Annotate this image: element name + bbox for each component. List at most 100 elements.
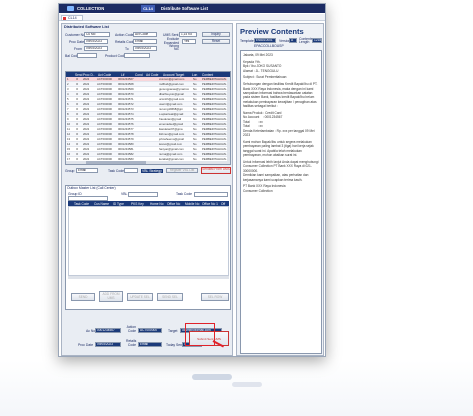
grid-vertical-scrollbar[interactable] — [227, 77, 230, 164]
tab-cl14[interactable]: CL14 — [61, 15, 83, 21]
grid-horizontal-scrollbar[interactable] — [66, 161, 230, 164]
col-home-no[interactable]: Home No — [150, 202, 163, 206]
action-code-input[interactable]: Act Code — [133, 32, 157, 37]
outbox-grid-body[interactable] — [68, 206, 229, 276]
cell-content: PEMBERITAHUAN... — [202, 122, 229, 126]
inquiry-button[interactable]: Inquiry — [202, 32, 230, 37]
outbox-master-section: Outbox Master List (Call Center) Group I… — [65, 185, 231, 310]
outbox-task-code-input[interactable] — [194, 192, 228, 197]
retails-code-select[interactable]: Email — [133, 39, 157, 44]
vbl-label: VBL — [121, 192, 128, 196]
col-act-code[interactable]: Act Code — [98, 73, 111, 77]
cell-send: O — [76, 142, 79, 146]
cell-n: 13 — [67, 137, 71, 141]
col-send[interactable]: Send — [75, 73, 82, 77]
preview-body[interactable]: Jakarta, 09 Mei 2023 Kepada Yth. Bpk / Ib… — [240, 50, 322, 354]
template-label: Template — [240, 39, 254, 43]
col-cus-name[interactable]: Cus Name — [94, 202, 109, 206]
retails-code-label: Retails Code — [115, 40, 135, 44]
foot-proc-date-value[interactable]: 09/05/2023 — [95, 342, 121, 347]
col-cond[interactable]: Cond — [135, 73, 143, 77]
foot-retails-code-value[interactable]: Email — [138, 342, 162, 347]
cell-act: ACT000000 — [97, 87, 112, 91]
add-from-ums-button[interactable]: ADD FROM UMS — [99, 291, 123, 302]
cell-content: PEMBERITAHUAN... — [202, 127, 229, 131]
col-task-code[interactable]: Task Code — [74, 202, 89, 206]
cell-lif: 0001234568 — [118, 82, 134, 86]
send-button[interactable]: SEND — [71, 293, 95, 301]
preview-paragraph: Kepada Yth. Bpk / Ibu JOKO SUSANTO Alama… — [243, 59, 282, 73]
cell-lif: 0001234573 — [118, 107, 134, 111]
group-id-input[interactable] — [68, 196, 108, 201]
preview-paragraph: Jakarta, 09 Mei 2023 — [243, 53, 273, 57]
col-content[interactable]: Content — [202, 73, 213, 77]
ac-no-value[interactable]: 0001234567 — [95, 328, 121, 333]
template-code: EPACCOLLBOUSP — [254, 44, 284, 48]
from-date-input[interactable]: 09/05/2023 — [84, 46, 108, 51]
update-sel-button[interactable]: UPDATE SEL — [127, 293, 153, 301]
cell-content: PEMBERITAHUAN... — [202, 97, 229, 101]
cell-acct: dbarifsuyoto@gmail — [159, 92, 184, 96]
proc-date-input[interactable]: 09/05/2023 — [84, 39, 108, 44]
cell-send: O — [76, 87, 79, 91]
cell-content: PEMBERITAHUAN... — [202, 102, 229, 106]
cell-lif: 0001234569 — [118, 87, 134, 91]
template-value[interactable]: EMAIL0001 — [254, 38, 276, 43]
cell-acct: nurnaj@gmail.com — [159, 152, 183, 156]
product-code-input[interactable] — [124, 53, 150, 58]
col-office-no[interactable]: Office No — [167, 202, 180, 206]
col-account-target[interactable]: Account Target — [163, 73, 184, 77]
cell-proc: 2022 — [83, 122, 90, 126]
cell-content: PEMBERITAHUAN... — [202, 147, 229, 151]
send-sel-button[interactable]: SEND SEL — [157, 293, 183, 301]
version-value[interactable]: A — [289, 38, 297, 43]
scroll-thumb[interactable] — [86, 161, 146, 164]
col-ad-code[interactable]: Ad Code — [146, 73, 158, 77]
group-select[interactable]: Email — [76, 168, 98, 173]
reset-button[interactable]: Reset — [202, 39, 230, 44]
task-code-input[interactable] — [124, 168, 138, 173]
cell-act: ACT000000 — [97, 77, 112, 81]
cell-n: 5 — [67, 97, 69, 101]
sel-row-button[interactable]: SEL ROW — [201, 293, 229, 301]
cell-act: ACT000000 — [97, 82, 112, 86]
cell-lon: No — [193, 152, 197, 156]
customer-no-label: Customer No — [65, 33, 85, 37]
no-label: No. — [174, 47, 180, 51]
vbl-input[interactable] — [128, 192, 158, 197]
cell-send: O — [76, 137, 79, 141]
foot-action-code-value[interactable]: ACT000000 — [138, 328, 162, 333]
col-mobile-no[interactable]: Mobile No — [185, 202, 199, 206]
to-date-input[interactable]: 09/05/2023 — [133, 46, 157, 51]
col-proc-date[interactable]: Proc D.. — [83, 73, 95, 77]
vbl-strategy-label: VBL Strategy — [141, 169, 163, 173]
cell-send: O — [76, 92, 79, 96]
outbox-horizontal-scrollbar[interactable] — [68, 276, 229, 279]
col-lif[interactable]: Lif — [121, 73, 124, 77]
cell-lon: No — [193, 97, 197, 101]
col-pks-key[interactable]: PKS Key — [131, 202, 144, 206]
cell-n: 12 — [67, 132, 71, 136]
cell-send: O — [76, 122, 79, 126]
exclude-select[interactable]: Yes — [182, 39, 196, 44]
sendlist-from-ums-button[interactable]: Sendlist From UMS — [201, 167, 231, 174]
col-lon[interactable]: Lon — [192, 73, 197, 77]
col-off[interactable]: Off — [221, 202, 225, 206]
customer-no-input[interactable]: Cu Mo — [84, 32, 110, 37]
cell-lif: 0001234567 — [118, 77, 134, 81]
cell-acct: ilshmen@gmail.com — [159, 132, 185, 136]
cell-lon: No — [193, 132, 197, 136]
app-name: COLLECTION — [77, 6, 105, 11]
col-id-type[interactable]: ID Type — [113, 202, 124, 206]
highlight-box — [185, 323, 215, 346]
distribution-grid[interactable]: Send Proc D.. Act Code Lif Cond Ad Code … — [65, 71, 231, 165]
cell-n: 10 — [67, 122, 71, 126]
register-vbl-button[interactable]: Register VBL List — [166, 168, 198, 173]
cell-send: O — [76, 97, 79, 101]
ums-sent-input[interactable]: 1,14 Ko — [179, 32, 197, 37]
screen-backdrop: COLLECTION CL14 Distribute Software List… — [0, 0, 473, 416]
col-office-no-1[interactable]: Office No 1 — [202, 202, 218, 206]
contents-length-value[interactable]: 1218 — [312, 38, 322, 43]
bal-code-input[interactable] — [77, 53, 97, 58]
cell-proc: 2022 — [83, 92, 90, 96]
